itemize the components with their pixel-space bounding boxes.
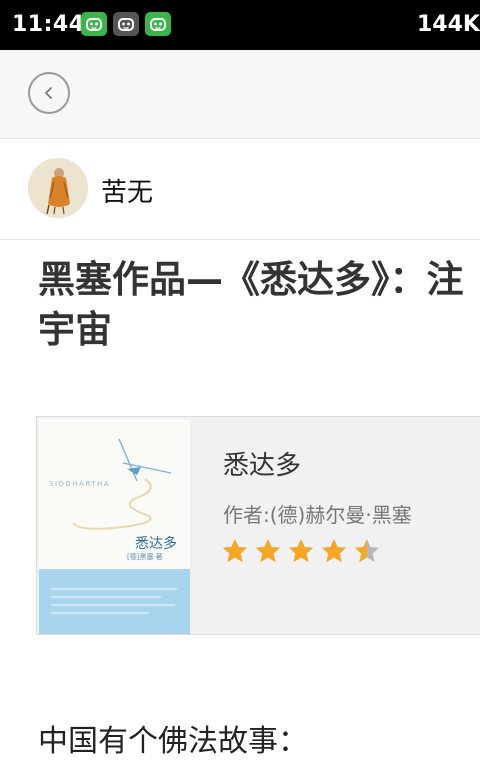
- author-name[interactable]: 苦无: [101, 172, 153, 209]
- grey-robot-icon: [113, 12, 139, 36]
- green-robot-icon: [81, 12, 107, 36]
- star-full-icon: [256, 539, 280, 562]
- cover-author: [德]黑塞 著: [127, 553, 163, 561]
- network-speed: 144K/: [417, 12, 480, 37]
- green-robot-icon: [145, 12, 171, 36]
- cover-title-en: SIDDHARTHA: [49, 480, 111, 488]
- status-bar: 11:44 144K/: [0, 0, 480, 50]
- star-full-icon: [289, 539, 313, 562]
- article-title-line-2: 宇宙: [38, 308, 112, 351]
- author-avatar[interactable]: [28, 158, 88, 218]
- cover-title-cn: 悉达多: [135, 536, 177, 552]
- author-row[interactable]: 苦无: [0, 139, 480, 240]
- star-half-icon: [355, 539, 379, 562]
- monk-avatar-icon: [28, 158, 88, 218]
- book-cover: SIDDHARTHA 悉达多 [德]黑塞 著: [39, 419, 190, 634]
- book-title[interactable]: 悉达多: [223, 445, 301, 482]
- status-time: 11:44: [12, 12, 85, 37]
- book-author: 作者:(德)赫尔曼·黑塞: [223, 503, 412, 527]
- star-full-icon: [223, 539, 247, 562]
- book-rating: [221, 537, 386, 565]
- article-title-line-1: 黑塞作品—《悉达多》：注: [38, 258, 464, 301]
- book-cover-illustration: [39, 419, 190, 634]
- top-navigation-bar: [0, 50, 480, 139]
- book-card[interactable]: SIDDHARTHA 悉达多 [德]黑塞 著 悉达多 作者:(德)赫尔曼·黑塞: [36, 416, 480, 635]
- star-full-icon: [322, 539, 346, 562]
- back-button[interactable]: [28, 72, 70, 114]
- chevron-left-icon: [45, 87, 52, 99]
- article-title: 黑塞作品—《悉达多》：注 宇宙: [38, 255, 480, 355]
- article-body-paragraph: 中国有个佛法故事：: [38, 724, 308, 759]
